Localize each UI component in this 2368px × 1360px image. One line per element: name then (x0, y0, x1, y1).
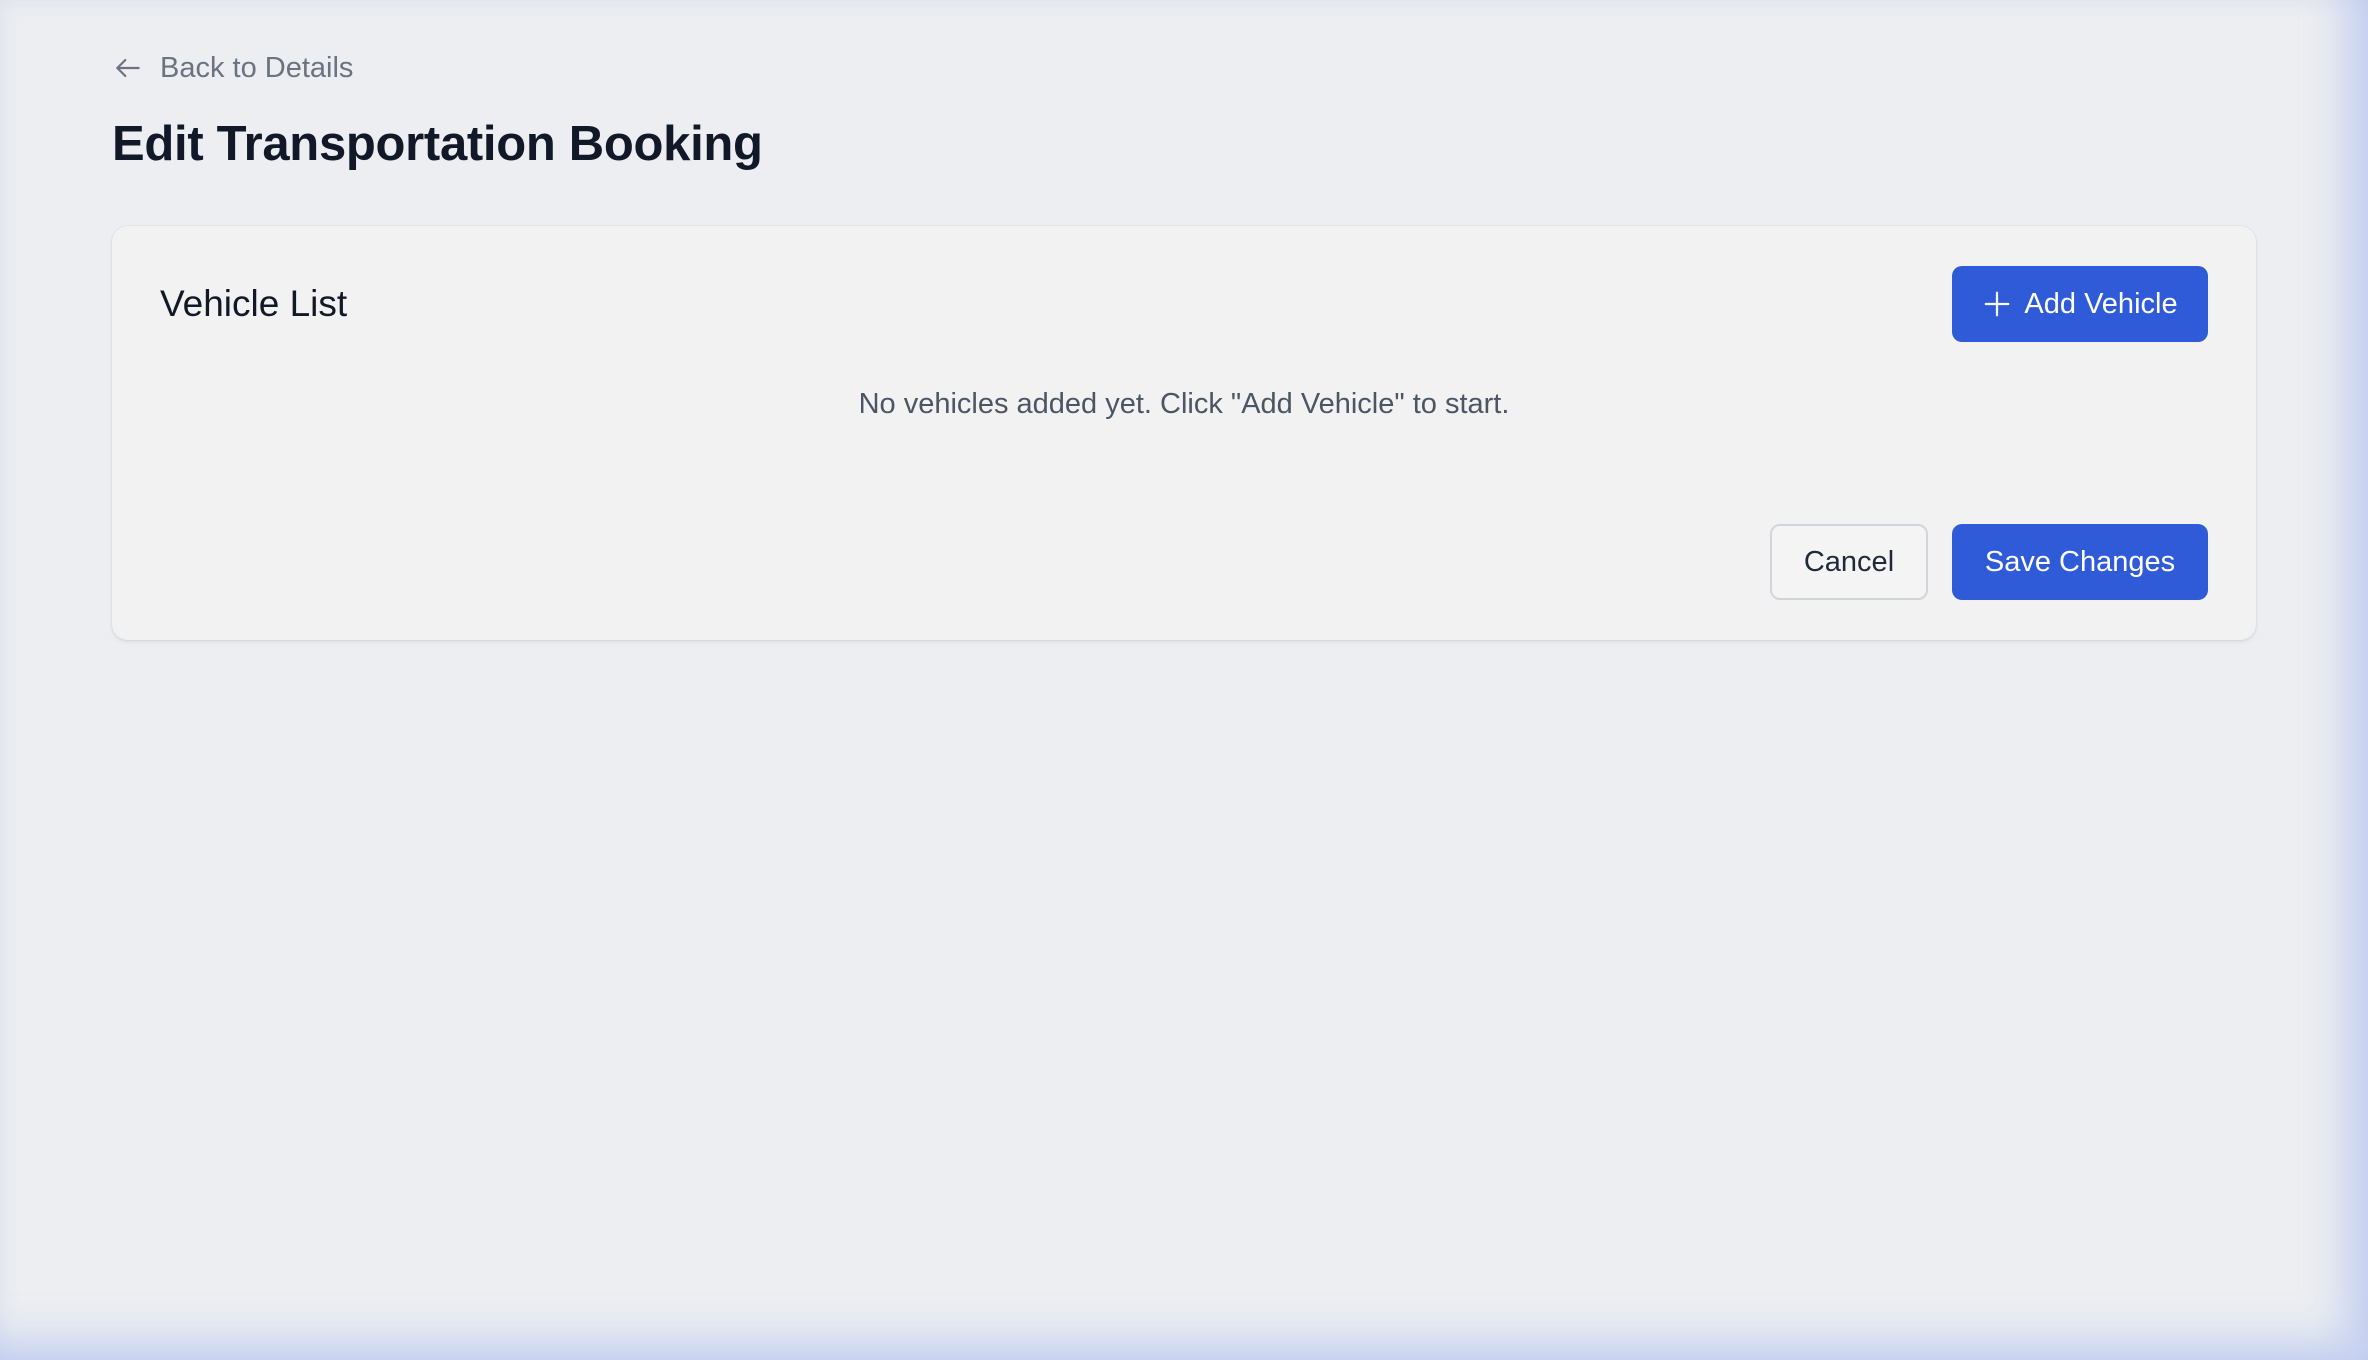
add-vehicle-label: Add Vehicle (2024, 287, 2178, 320)
cancel-button[interactable]: Cancel (1770, 524, 1928, 601)
page-title: Edit Transportation Booking (112, 117, 763, 171)
vehicle-list-title: Vehicle List (160, 283, 348, 325)
vehicle-list-header: Vehicle List Add Vehicle (160, 266, 2208, 343)
vehicle-list-card: Vehicle List Add Vehicle No vehicles add… (112, 226, 2256, 641)
add-vehicle-button[interactable]: Add Vehicle (1952, 266, 2208, 343)
back-link-label: Back to Details (160, 51, 354, 84)
form-actions: Cancel Save Changes (1770, 524, 2208, 601)
empty-state-message: No vehicles added yet. Click "Add Vehicl… (858, 388, 1510, 421)
back-to-details-link[interactable]: Back to Details (112, 50, 353, 86)
plus-icon (1982, 289, 2012, 319)
edit-booking-page: Back to Details Edit Transportation Book… (112, 50, 2256, 641)
arrow-left-icon (112, 52, 144, 84)
save-changes-button[interactable]: Save Changes (1952, 524, 2208, 601)
